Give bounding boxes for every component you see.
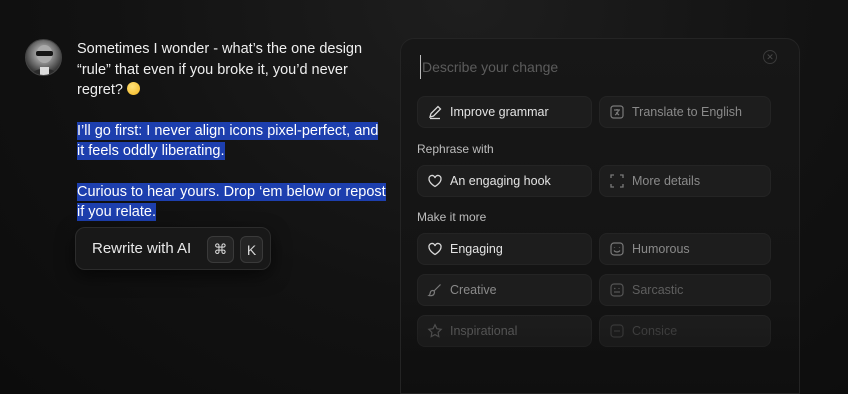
- pencil-icon: [426, 103, 444, 121]
- command-key-icon: ⌘: [207, 236, 234, 263]
- selected-text[interactable]: I’ll go first: I never align icons pixel…: [77, 121, 379, 160]
- translate-icon: [608, 103, 626, 121]
- post-text: Sometimes I wonder - what’s the one desi…: [77, 39, 387, 243]
- make-it-more-heading: Make it more: [417, 210, 487, 224]
- avatar: [25, 39, 62, 76]
- minus-box-icon: [608, 322, 626, 340]
- rewrite-label: Rewrite with AI: [92, 240, 192, 257]
- wink-icon: [608, 281, 626, 299]
- creative-button[interactable]: Creative: [417, 274, 592, 306]
- rewrite-with-ai-button[interactable]: Rewrite with AI ⌘ K: [75, 227, 271, 270]
- sarcastic-button[interactable]: Sarcastic: [599, 274, 771, 306]
- avatar-image: [30, 45, 59, 75]
- ai-rewrite-panel: ✕ Improve grammar Translate to English R…: [400, 38, 800, 394]
- star-icon: [426, 322, 444, 340]
- rephrase-heading: Rephrase with: [417, 142, 494, 156]
- post-paragraph-2[interactable]: I’ll go first: I never align icons pixel…: [77, 121, 387, 162]
- smile-emoji-icon: [126, 82, 140, 95]
- heart-icon: [426, 240, 444, 258]
- post-paragraph-3[interactable]: Curious to hear yours. Drop ‘em below or…: [77, 182, 387, 223]
- close-icon[interactable]: ✕: [763, 50, 777, 64]
- k-key: K: [240, 236, 263, 263]
- concise-button[interactable]: Consice: [599, 315, 771, 347]
- engaging-button[interactable]: Engaging: [417, 233, 592, 265]
- heart-icon: [426, 172, 444, 190]
- more-details-button[interactable]: More details: [599, 165, 771, 197]
- translate-button[interactable]: Translate to English: [599, 96, 771, 128]
- humorous-button[interactable]: Humorous: [599, 233, 771, 265]
- brush-icon: [426, 281, 444, 299]
- expand-icon: [608, 172, 626, 190]
- selected-text[interactable]: Curious to hear yours. Drop ‘em below or…: [77, 182, 386, 221]
- improve-grammar-button[interactable]: Improve grammar: [417, 96, 592, 128]
- inspirational-button[interactable]: Inspirational: [417, 315, 592, 347]
- engaging-hook-button[interactable]: An engaging hook: [417, 165, 592, 197]
- describe-change-input[interactable]: [420, 55, 750, 79]
- post-paragraph-1: Sometimes I wonder - what’s the one desi…: [77, 41, 363, 98]
- smile-icon: [608, 240, 626, 258]
